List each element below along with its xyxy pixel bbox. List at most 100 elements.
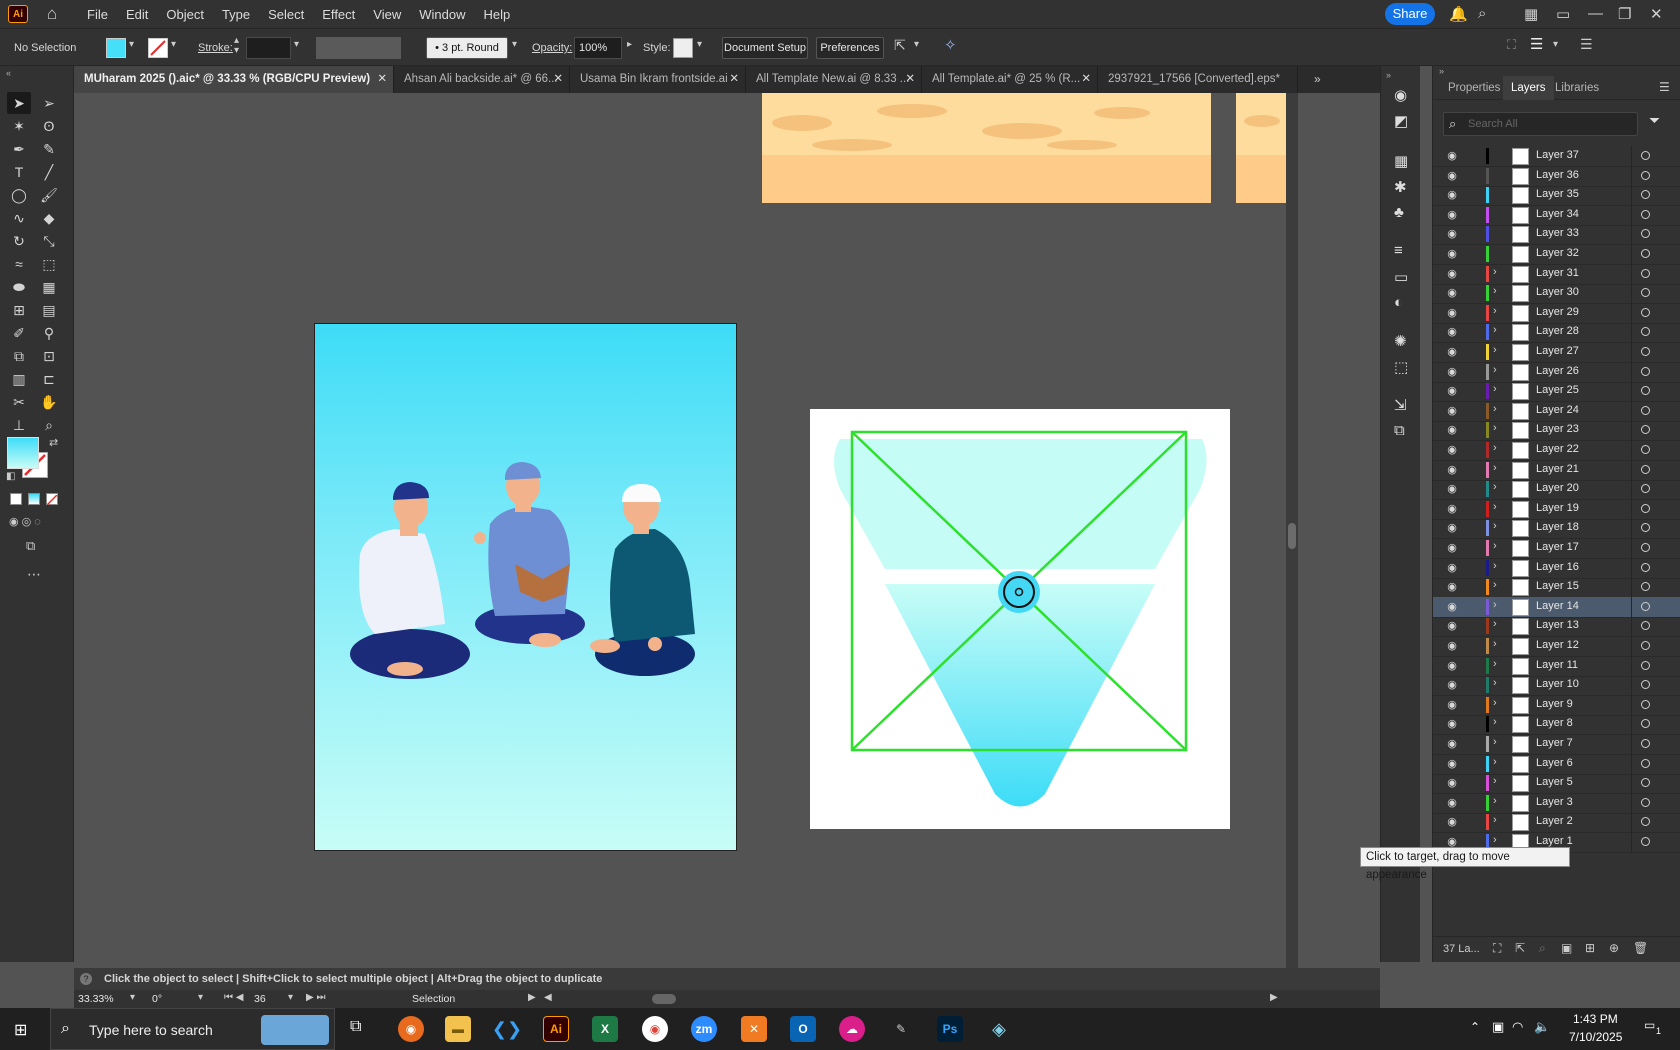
target-icon[interactable]	[1641, 503, 1650, 513]
fill-color-box[interactable]	[7, 437, 39, 469]
chevron-right-icon[interactable]: ›	[1493, 716, 1497, 728]
layer-name[interactable]: Layer 27	[1536, 345, 1579, 357]
target-icon[interactable]	[1641, 327, 1650, 337]
layer-name[interactable]: Layer 17	[1536, 541, 1579, 553]
layer-row[interactable]: ◉ › Layer 17	[1433, 538, 1680, 559]
layer-row[interactable]: ◉ › Layer 14	[1433, 596, 1680, 618]
layer-row[interactable]: ◉ Layer 35	[1433, 185, 1680, 207]
zoom-level[interactable]: 33.33%	[78, 993, 114, 1005]
windows-start-icon[interactable]: ⊞	[14, 1020, 27, 1040]
panel-menu-icon[interactable]: ☰	[1580, 36, 1593, 53]
layer-name[interactable]: Layer 15	[1536, 580, 1579, 592]
clock-date[interactable]: 7/10/2025	[1569, 1030, 1622, 1044]
target-icon[interactable]	[1641, 660, 1650, 670]
layer-row[interactable]: ◉ › Layer 19	[1433, 498, 1680, 520]
target-icon[interactable]	[1641, 386, 1650, 396]
lasso-tool-icon[interactable]: ʘ	[37, 115, 61, 137]
chevron-right-icon[interactable]: ›	[1493, 501, 1497, 513]
layer-name[interactable]: Layer 1	[1536, 835, 1573, 847]
artboard-partial-top[interactable]	[762, 93, 1211, 203]
stroke-swatch[interactable]	[148, 38, 168, 58]
target-icon[interactable]	[1641, 288, 1650, 298]
close-tab-icon[interactable]: ✕	[729, 66, 739, 93]
swatches-icon[interactable]: ▦	[1394, 152, 1408, 170]
chevron-right-icon[interactable]: ▶	[1270, 992, 1278, 1003]
zoom-tool-icon[interactable]: ⌕	[37, 414, 61, 436]
chevron-right-icon[interactable]: ›	[1493, 520, 1497, 532]
layer-name[interactable]: Layer 9	[1536, 698, 1573, 710]
layer-name[interactable]: Layer 34	[1536, 208, 1579, 220]
target-icon[interactable]	[1641, 719, 1650, 729]
more-tools-icon[interactable]: ⋯	[27, 566, 41, 583]
artboard-number[interactable]: 36	[254, 993, 266, 1005]
chevron-right-icon[interactable]: ›	[1493, 481, 1497, 493]
chevron-down-icon[interactable]: ▾	[130, 992, 135, 1003]
menu-window[interactable]: Window	[410, 7, 474, 22]
network-icon[interactable]: ▣	[1492, 1019, 1504, 1035]
rotation-value[interactable]: 0°	[152, 993, 162, 1005]
slice-tool-icon[interactable]: ✂	[7, 391, 31, 413]
close-tab-icon[interactable]: ✕	[1081, 66, 1091, 93]
target-icon[interactable]	[1641, 797, 1650, 807]
layer-row[interactable]: ◉ › Layer 9	[1433, 694, 1680, 716]
layer-name[interactable]: Layer 32	[1536, 247, 1579, 259]
eye-icon[interactable]: ◉	[1445, 639, 1459, 653]
stroke-weight-input[interactable]	[246, 37, 291, 59]
document-tab[interactable]: MUharam 2025 ().aic* @ 33.33 % (RGB/CPU …	[74, 66, 394, 93]
document-tab[interactable]: All Template.ai* @ 25 % (R... ✕	[922, 66, 1098, 93]
layer-name[interactable]: Layer 13	[1536, 619, 1579, 631]
volume-icon[interactable]: 🔈	[1534, 1019, 1550, 1035]
chevron-right-icon[interactable]: ›	[1493, 677, 1497, 689]
layer-row[interactable]: ◉ › Layer 8	[1433, 714, 1680, 736]
target-icon[interactable]	[1641, 249, 1650, 258]
notification-icon[interactable]: ▭ 1	[1644, 1018, 1666, 1038]
print-tiling-tool-icon[interactable]: ⊥	[7, 414, 31, 436]
chevron-right-icon[interactable]: ›	[1493, 599, 1497, 611]
eye-icon[interactable]: ◉	[1445, 286, 1459, 300]
default-colors-icon[interactable]: ◧	[6, 471, 15, 482]
artboard-muharram[interactable]	[314, 323, 737, 851]
layer-row[interactable]: ◉ Layer 36	[1433, 165, 1680, 187]
tab-libraries[interactable]: Libraries	[1555, 76, 1599, 100]
target-icon[interactable]	[1641, 445, 1650, 454]
chevron-right-icon[interactable]: ›	[1493, 795, 1497, 807]
eye-icon[interactable]: ◉	[1445, 365, 1459, 379]
paintbrush-tool-icon[interactable]: 🖌	[37, 184, 61, 206]
new-layer-icon[interactable]: ⊕	[1609, 941, 1619, 955]
type-tool-icon[interactable]: T	[7, 161, 31, 183]
chevron-right-icon[interactable]: ›	[1493, 814, 1497, 826]
target-icon[interactable]	[1641, 562, 1650, 572]
target-icon[interactable]	[1641, 739, 1650, 748]
layer-name[interactable]: Layer 35	[1536, 188, 1579, 200]
artboards-panel-icon[interactable]: ⧉	[1394, 422, 1405, 439]
align-icon[interactable]: ⇱	[894, 37, 906, 54]
scrollbar-thumb[interactable]	[1288, 523, 1296, 549]
chevron-down-icon[interactable]: ▾	[1553, 39, 1558, 50]
layer-name[interactable]: Layer 29	[1536, 306, 1579, 318]
search-input[interactable]: Search All	[1468, 118, 1518, 130]
chevron-right-icon[interactable]: ›	[1493, 736, 1497, 748]
eye-icon[interactable]: ◉	[1445, 659, 1459, 673]
perspective-grid-tool-icon[interactable]: ▦	[37, 276, 61, 298]
chevron-double-right-icon[interactable]: »	[1314, 72, 1321, 86]
filter-icon[interactable]: ⏷	[1649, 112, 1660, 129]
canvas[interactable]	[74, 93, 1374, 974]
layer-row[interactable]: ◉ › Layer 2	[1433, 812, 1680, 834]
ellipse-tool-icon[interactable]: ◯	[7, 184, 31, 206]
layer-name[interactable]: Layer 19	[1536, 502, 1579, 514]
layer-name[interactable]: Layer 33	[1536, 227, 1579, 239]
layer-row[interactable]: ◉ › Layer 11	[1433, 655, 1680, 677]
target-icon[interactable]	[1641, 209, 1650, 219]
eye-icon[interactable]: ◉	[1445, 443, 1459, 457]
taskbar-search[interactable]: ⌕ Type here to search	[50, 1008, 335, 1050]
layer-name[interactable]: Layer 5	[1536, 776, 1573, 788]
layer-row[interactable]: ◉ › Layer 12	[1433, 636, 1680, 657]
chevron-down-icon[interactable]: ▾	[697, 39, 702, 50]
opacity-input[interactable]: 100%	[574, 37, 622, 59]
arrange-icon[interactable]: ▭	[1556, 5, 1570, 23]
warp-tool-icon[interactable]: ≈	[7, 253, 31, 275]
chevron-right-icon[interactable]: ›	[1493, 618, 1497, 630]
free-transform-tool-icon[interactable]: ⬚	[37, 253, 61, 275]
firefox-icon[interactable]: ◉	[398, 1016, 424, 1042]
eye-icon[interactable]: ◉	[1445, 384, 1459, 398]
